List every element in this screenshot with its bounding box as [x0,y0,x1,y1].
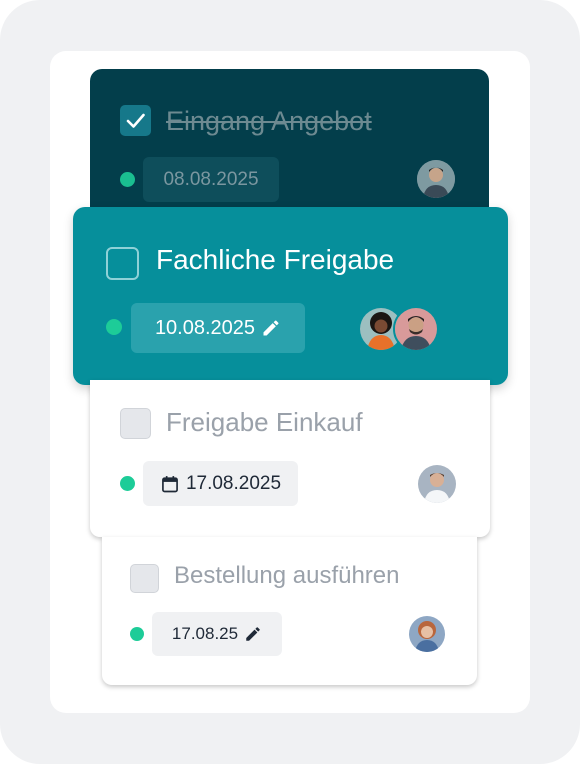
task-card-active[interactable]: Fachliche Freigabe 10.08.2025 [73,207,508,385]
avatar-woman-red-hair [409,616,445,652]
date-chip[interactable]: 17.08.25 [152,612,282,656]
date-chip[interactable]: 10.08.2025 [131,303,305,353]
task-card[interactable]: Bestellung ausführen 17.08.25 [102,537,477,685]
pencil-icon[interactable] [244,625,262,643]
pencil-icon[interactable] [261,318,281,338]
task-card-completed[interactable]: Eingang Angebot 08.08.2025 [90,69,489,219]
task-card[interactable]: Freigabe Einkauf 17.08.2025 [90,380,490,537]
avatar-man-shirt [418,465,456,503]
due-date: 08.08.2025 [163,168,259,190]
due-date: 17.08.2025 [185,472,282,494]
task-checkbox[interactable] [120,408,151,439]
task-title: Eingang Angebot [166,106,372,136]
status-dot [130,627,144,641]
date-chip[interactable]: 08.08.2025 [143,157,279,202]
due-date: 10.08.2025 [154,316,256,339]
task-title: Fachliche Freigabe [156,244,395,275]
task-checkbox-checked[interactable] [120,105,151,136]
date-chip[interactable]: 17.08.2025 [143,461,298,506]
due-date: 17.08.25 [171,624,239,643]
status-dot [120,476,135,491]
task-title: Bestellung ausführen [174,562,400,589]
task-checkbox[interactable] [106,247,139,280]
check-icon [126,113,145,128]
calendar-icon[interactable] [160,474,180,494]
avatar-man-beard [393,306,439,352]
status-dot [120,172,135,187]
task-checkbox[interactable] [130,564,159,593]
status-dot [106,319,122,335]
task-title: Freigabe Einkauf [166,407,363,437]
avatar-man-dark-hair [417,160,455,198]
